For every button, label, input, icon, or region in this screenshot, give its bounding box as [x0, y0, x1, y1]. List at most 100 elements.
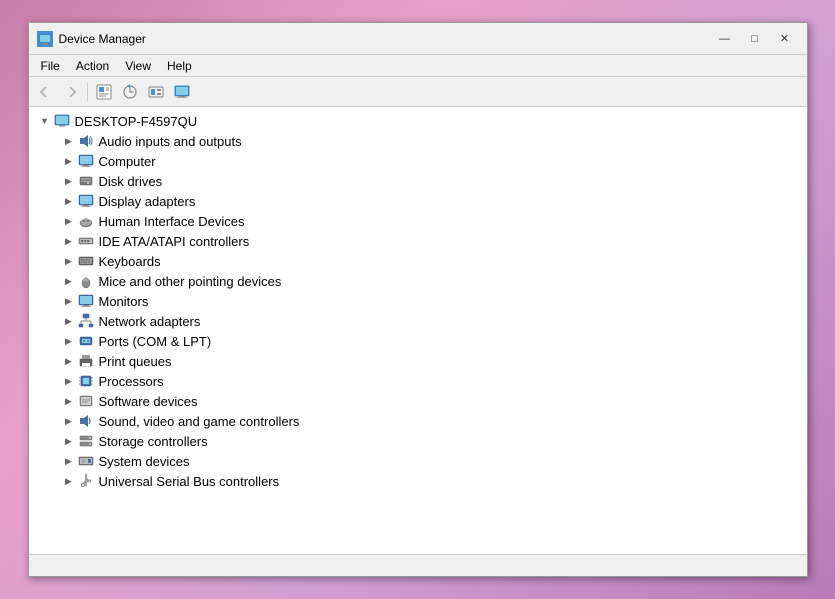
list-item[interactable]: ▶ Mice and other pointing devices: [29, 271, 807, 291]
device-manager-icon-button[interactable]: [170, 81, 194, 103]
back-button[interactable]: [33, 81, 57, 103]
title-bar: Device Manager — □ ✕: [29, 23, 807, 55]
item-label: Disk drives: [99, 174, 163, 189]
root-expand-icon: ▼: [37, 113, 53, 129]
mice-icon: [77, 273, 95, 289]
usb-icon: [77, 473, 95, 489]
toolbar: [29, 77, 807, 107]
item-label: Human Interface Devices: [99, 214, 245, 229]
expand-icon: ▶: [61, 393, 77, 409]
list-item[interactable]: ▶ IDE ATA/ATAPI controllers: [29, 231, 807, 251]
list-item[interactable]: ▶ Network adapters: [29, 311, 807, 331]
system-icon: [77, 453, 95, 469]
menu-bar: File Action View Help: [29, 55, 807, 77]
menu-help[interactable]: Help: [159, 57, 200, 75]
root-icon: [53, 113, 71, 129]
item-label: System devices: [99, 454, 190, 469]
ide-icon: [77, 233, 95, 249]
list-item[interactable]: ▶ Audio inputs and outputs: [29, 131, 807, 151]
list-item[interactable]: ▶ Sound, video and game controllers: [29, 411, 807, 431]
item-label: IDE ATA/ATAPI controllers: [99, 234, 250, 249]
list-item[interactable]: ▶ Storage controllers: [29, 431, 807, 451]
item-label: Network adapters: [99, 314, 201, 329]
list-item[interactable]: ▶ Processors: [29, 371, 807, 391]
list-item[interactable]: ▶ Software devices: [29, 391, 807, 411]
title-bar-left: Device Manager: [37, 31, 146, 47]
hid-icon: [77, 213, 95, 229]
list-item[interactable]: ▶ Disk drives: [29, 171, 807, 191]
expand-icon: ▶: [61, 313, 77, 329]
item-label: Ports (COM & LPT): [99, 334, 212, 349]
close-button[interactable]: ✕: [771, 29, 799, 49]
list-item[interactable]: ▶ Display adapters: [29, 191, 807, 211]
processor-icon: [77, 373, 95, 389]
computer-icon: [77, 153, 95, 169]
item-label: Computer: [99, 154, 156, 169]
list-item[interactable]: ▶ Human Interface Devices: [29, 211, 807, 231]
expand-icon: ▶: [61, 193, 77, 209]
keyboard-icon: [77, 253, 95, 269]
list-item[interactable]: ▶ Monitors: [29, 291, 807, 311]
scan-hardware-button[interactable]: [144, 81, 168, 103]
menu-action[interactable]: Action: [68, 57, 117, 75]
list-item[interactable]: ▶ Keyboards: [29, 251, 807, 271]
storage-icon: [77, 433, 95, 449]
expand-icon: ▶: [61, 133, 77, 149]
properties-button[interactable]: [92, 81, 116, 103]
item-label: Software devices: [99, 394, 198, 409]
software-icon: [77, 393, 95, 409]
list-item[interactable]: ▶ Print queues: [29, 351, 807, 371]
expand-icon: ▶: [61, 353, 77, 369]
maximize-button[interactable]: □: [741, 29, 769, 49]
forward-button[interactable]: [59, 81, 83, 103]
toolbar-separator-1: [87, 83, 88, 101]
expand-icon: ▶: [61, 253, 77, 269]
expand-icon: ▶: [61, 413, 77, 429]
expand-icon: ▶: [61, 373, 77, 389]
list-item[interactable]: ▶ System devices: [29, 451, 807, 471]
root-label: DESKTOP-F4597QU: [75, 114, 198, 129]
window-icon: [37, 31, 53, 47]
item-label: Processors: [99, 374, 164, 389]
menu-file[interactable]: File: [33, 57, 68, 75]
expand-icon: ▶: [61, 433, 77, 449]
update-driver-button[interactable]: [118, 81, 142, 103]
expand-icon: ▶: [61, 333, 77, 349]
expand-icon: ▶: [61, 153, 77, 169]
item-label: Audio inputs and outputs: [99, 134, 242, 149]
status-bar: [29, 554, 807, 576]
list-item[interactable]: ▶ Universal Serial Bus controllers: [29, 471, 807, 491]
expand-icon: ▶: [61, 273, 77, 289]
expand-icon: ▶: [61, 453, 77, 469]
sound-icon: [77, 413, 95, 429]
expand-icon: ▶: [61, 233, 77, 249]
item-label: Sound, video and game controllers: [99, 414, 300, 429]
ports-icon: [77, 333, 95, 349]
item-label: Keyboards: [99, 254, 161, 269]
network-icon: [77, 313, 95, 329]
list-item[interactable]: ▶ Ports (COM & LPT): [29, 331, 807, 351]
item-label: Monitors: [99, 294, 149, 309]
content-area[interactable]: ▼ DESKTOP-F4597QU ▶: [29, 107, 807, 554]
expand-icon: ▶: [61, 213, 77, 229]
item-label: Mice and other pointing devices: [99, 274, 282, 289]
display-icon: [77, 193, 95, 209]
audio-icon: [77, 133, 95, 149]
title-bar-controls: — □ ✕: [711, 29, 799, 49]
print-icon: [77, 353, 95, 369]
item-label: Print queues: [99, 354, 172, 369]
menu-view[interactable]: View: [117, 57, 159, 75]
disk-icon: [77, 173, 95, 189]
item-label: Storage controllers: [99, 434, 208, 449]
item-label: Display adapters: [99, 194, 196, 209]
expand-icon: ▶: [61, 293, 77, 309]
window-title: Device Manager: [59, 32, 146, 46]
expand-icon: ▶: [61, 173, 77, 189]
list-item[interactable]: ▶ Computer: [29, 151, 807, 171]
monitor-icon: [77, 293, 95, 309]
item-label: Universal Serial Bus controllers: [99, 474, 280, 489]
minimize-button[interactable]: —: [711, 29, 739, 49]
device-manager-window: Device Manager — □ ✕ File Action View He…: [28, 22, 808, 577]
tree-root-item[interactable]: ▼ DESKTOP-F4597QU: [29, 111, 807, 131]
expand-icon: ▶: [61, 473, 77, 489]
